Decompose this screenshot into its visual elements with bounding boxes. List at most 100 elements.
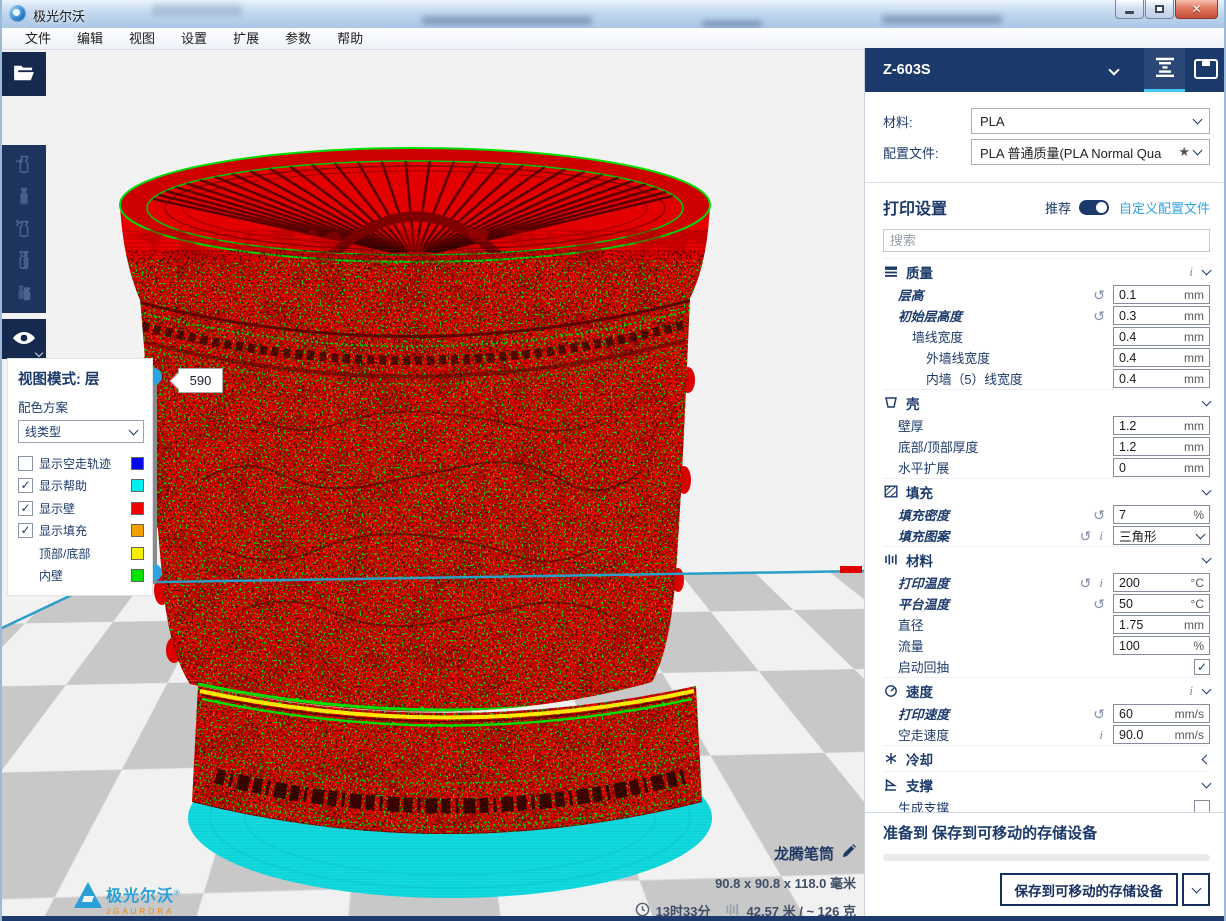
- setting-unit: mm: [1184, 440, 1204, 454]
- save-options-button[interactable]: [1182, 873, 1210, 906]
- setting-value-input[interactable]: [1119, 707, 1175, 721]
- setting-value-input[interactable]: [1119, 351, 1184, 365]
- setting-value-box[interactable]: mm: [1113, 437, 1210, 456]
- move-tool-button[interactable]: [2, 149, 46, 181]
- rename-pencil-icon[interactable]: [841, 844, 856, 863]
- app-window: 极光尔沃 ✕ 文件 编辑 视图 设置 扩展 参数 帮助: [0, 0, 1226, 921]
- view-mode-title: 视图模式: 层: [18, 368, 144, 389]
- setting-unit: mm: [1184, 372, 1204, 386]
- section-header-quality[interactable]: 质量i: [883, 258, 1210, 284]
- reset-icon[interactable]: ↺: [1093, 288, 1105, 302]
- legend-checkbox[interactable]: ✓: [18, 501, 33, 516]
- setting-value-box[interactable]: mm: [1113, 306, 1210, 325]
- reset-icon[interactable]: ↺: [1080, 576, 1092, 590]
- reset-icon[interactable]: ↺: [1093, 707, 1105, 721]
- setting-value-box[interactable]: mm: [1113, 416, 1210, 435]
- legend-color-swatch: [131, 547, 144, 560]
- info-icon: i: [1099, 575, 1103, 591]
- setting-value-box[interactable]: °C: [1113, 594, 1210, 613]
- menu-edit[interactable]: 编辑: [64, 28, 116, 50]
- open-file-button[interactable]: [2, 52, 46, 96]
- setting-value-input[interactable]: [1119, 576, 1191, 590]
- recommended-toggle[interactable]: [1079, 200, 1109, 215]
- print-settings-title: 打印设置: [883, 195, 1045, 219]
- setting-label: 启动回抽: [883, 657, 1194, 676]
- rotate-tool-button[interactable]: [2, 213, 46, 245]
- menu-file[interactable]: 文件: [12, 28, 64, 50]
- setting-unit: mm: [1184, 419, 1204, 433]
- settings-search-input[interactable]: [883, 229, 1210, 252]
- print-settings-header: 打印设置 推荐 自定义配置文件: [865, 183, 1226, 227]
- setting-value-box[interactable]: mm: [1113, 285, 1210, 304]
- setting-value-input[interactable]: [1119, 529, 1197, 543]
- setting-label: 生成支撑: [883, 798, 1194, 812]
- maximize-button[interactable]: [1145, 0, 1174, 19]
- setting-value-box[interactable]: mm/s: [1113, 704, 1210, 723]
- profile-select[interactable]: PLA 普通质量(PLA Normal Qua ★: [971, 139, 1210, 165]
- setting-checkbox[interactable]: ✓: [1194, 659, 1210, 675]
- menu-parameters[interactable]: 参数: [272, 28, 324, 50]
- setting-value-input[interactable]: [1119, 440, 1184, 454]
- setting-value-input[interactable]: [1119, 288, 1184, 302]
- prepare-tab[interactable]: [1144, 48, 1185, 92]
- per-model-tool-button[interactable]: [2, 277, 46, 309]
- reset-icon[interactable]: ↺: [1093, 309, 1105, 323]
- material-select[interactable]: PLA: [971, 108, 1210, 134]
- menu-help[interactable]: 帮助: [324, 28, 376, 50]
- color-scheme-select[interactable]: 线类型: [18, 420, 144, 443]
- section-header-material[interactable]: 材料: [883, 546, 1210, 572]
- setting-value-input[interactable]: [1119, 639, 1193, 653]
- menu-view[interactable]: 视图: [116, 28, 168, 50]
- reset-icon[interactable]: ↺: [1080, 529, 1092, 543]
- chevron-down-icon[interactable]: [1108, 64, 1119, 75]
- title-bar[interactable]: 极光尔沃 ✕: [2, 0, 1224, 28]
- mirror-tool-button[interactable]: [2, 245, 46, 277]
- setting-value-input[interactable]: [1119, 309, 1184, 323]
- setting-value-box[interactable]: °C: [1113, 573, 1210, 592]
- slice-icon: [1153, 55, 1177, 82]
- printer-name[interactable]: Z-603S: [865, 62, 1110, 78]
- setting-value-box[interactable]: %: [1113, 636, 1210, 655]
- section-header-infill[interactable]: 填充: [883, 478, 1210, 504]
- setting-value-box[interactable]: mm/s: [1113, 725, 1210, 744]
- legend-checkbox[interactable]: [18, 456, 33, 471]
- reset-icon[interactable]: ↺: [1093, 508, 1105, 522]
- desktop-blur-blob: [422, 16, 592, 25]
- setting-value-input[interactable]: [1119, 728, 1175, 742]
- setting-value-box[interactable]: mm: [1113, 327, 1210, 346]
- setting-value-input[interactable]: [1119, 508, 1193, 522]
- menu-extensions[interactable]: 扩展: [220, 28, 272, 50]
- minimize-button[interactable]: [1115, 0, 1144, 19]
- viewport-3d[interactable]: 视图模式: 层 配色方案 线类型 显示空走轨迹✓显示帮助✓显示壁✓显示填充顶部/…: [2, 50, 864, 916]
- setting-value-input[interactable]: [1119, 372, 1184, 386]
- section-header-support[interactable]: 支撑: [883, 771, 1210, 797]
- reset-icon[interactable]: ↺: [1093, 597, 1105, 611]
- model-dimensions: 90.8 x 90.8 x 118.0 毫米: [635, 873, 856, 892]
- monitor-tab[interactable]: [1185, 48, 1226, 92]
- view-mode-button[interactable]: [2, 319, 46, 359]
- setting-checkbox[interactable]: [1194, 800, 1210, 813]
- section-header-cooling[interactable]: 冷却: [883, 745, 1210, 771]
- legend-checkbox[interactable]: ✓: [18, 478, 33, 493]
- setting-value-box[interactable]: mm: [1113, 348, 1210, 367]
- menu-settings[interactable]: 设置: [168, 28, 220, 50]
- setting-value-input[interactable]: [1119, 597, 1191, 611]
- setting-value-input[interactable]: [1119, 461, 1184, 475]
- setting-value-box[interactable]: mm: [1113, 615, 1210, 634]
- layers-icon: [883, 265, 899, 278]
- scale-tool-button[interactable]: [2, 181, 46, 213]
- save-to-removable-button[interactable]: 保存到可移动的存储设备: [1000, 873, 1179, 906]
- logo-cn-text: 极光尔沃: [106, 888, 174, 905]
- setting-value-box[interactable]: mm: [1113, 369, 1210, 388]
- section-header-shell[interactable]: 壳: [883, 389, 1210, 415]
- custom-profile-link[interactable]: 自定义配置文件: [1119, 198, 1210, 217]
- setting-value-input[interactable]: [1119, 330, 1184, 344]
- section-header-speed[interactable]: 速度i: [883, 677, 1210, 703]
- setting-value-box[interactable]: mm: [1113, 458, 1210, 477]
- setting-value-input[interactable]: [1119, 419, 1184, 433]
- setting-value-input[interactable]: [1119, 618, 1184, 632]
- legend-checkbox[interactable]: ✓: [18, 523, 33, 538]
- close-button[interactable]: ✕: [1175, 0, 1218, 19]
- setting-select[interactable]: [1113, 526, 1210, 545]
- setting-value-box[interactable]: %: [1113, 505, 1210, 524]
